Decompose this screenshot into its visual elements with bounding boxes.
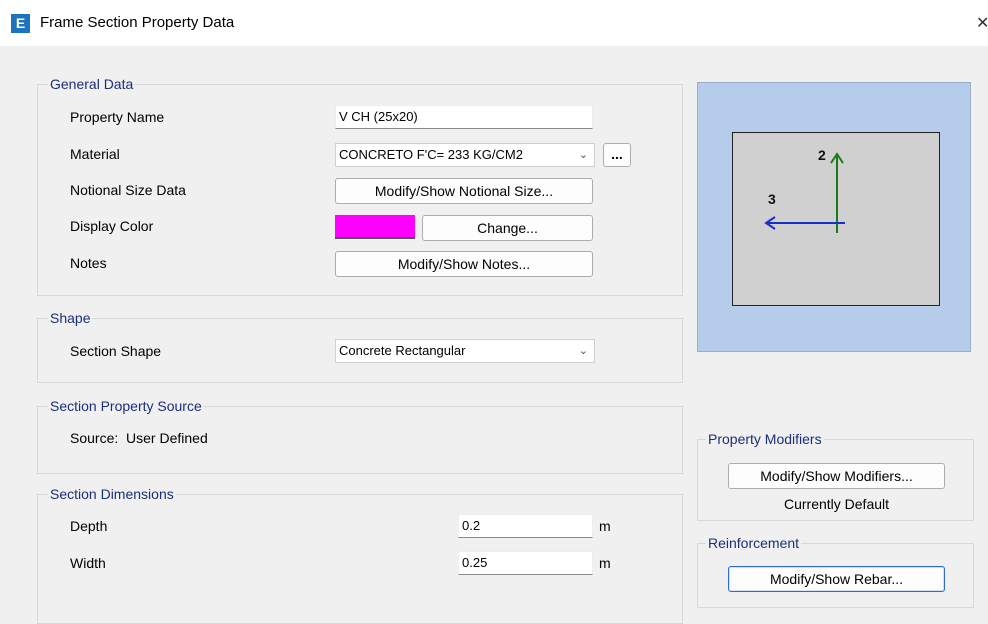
- width-label: Width: [70, 555, 106, 571]
- source-text: Source: User Defined: [70, 430, 208, 446]
- notional-size-button[interactable]: Modify/Show Notional Size...: [335, 178, 593, 204]
- material-browse-button[interactable]: ...: [603, 143, 631, 167]
- general-data-label: General Data: [48, 76, 136, 92]
- close-icon[interactable]: ✕: [976, 13, 988, 33]
- depth-input[interactable]: 0.2: [458, 514, 593, 538]
- width-unit: m: [599, 555, 611, 571]
- modifiers-status: Currently Default: [783, 496, 890, 512]
- depth-unit: m: [599, 518, 611, 534]
- chevron-down-icon: ⌄: [578, 345, 588, 357]
- section-rectangle: 2 3: [732, 132, 940, 306]
- notional-size-label: Notional Size Data: [70, 182, 186, 198]
- etabs-app-icon: E: [11, 14, 30, 33]
- material-label: Material: [70, 146, 120, 162]
- property-modifiers-label: Property Modifiers: [706, 431, 824, 447]
- shape-label: Shape: [48, 310, 93, 326]
- section-shape-label: Section Shape: [70, 343, 162, 359]
- display-color-label: Display Color: [70, 218, 154, 234]
- depth-label: Depth: [70, 518, 108, 534]
- notes-label: Notes: [70, 255, 107, 271]
- section-shape-select[interactable]: Concrete Rectangular ⌄: [335, 339, 595, 363]
- section-preview: 2 3: [697, 82, 971, 352]
- modify-modifiers-button[interactable]: Modify/Show Modifiers...: [728, 463, 945, 489]
- display-color-swatch: [335, 215, 415, 239]
- material-select[interactable]: CONCRETO F'C= 233 KG/CM2 ⌄: [335, 143, 595, 167]
- chevron-down-icon: ⌄: [578, 149, 588, 161]
- notes-button[interactable]: Modify/Show Notes...: [335, 251, 593, 277]
- property-source-label: Section Property Source: [48, 398, 204, 414]
- property-name-label: Property Name: [70, 109, 165, 125]
- change-color-button[interactable]: Change...: [422, 215, 593, 241]
- window-title: Frame Section Property Data: [40, 14, 235, 31]
- material-selected-value: CONCRETO F'C= 233 KG/CM2: [339, 147, 523, 162]
- reinforcement-label: Reinforcement: [706, 535, 802, 551]
- section-shape-selected-value: Concrete Rectangular: [339, 343, 466, 358]
- local-axes-icon: [764, 152, 845, 233]
- title-bar: E Frame Section Property Data ✕: [0, 0, 988, 46]
- property-name-input[interactable]: V CH (25x20): [335, 105, 593, 129]
- modify-rebar-button[interactable]: Modify/Show Rebar...: [728, 566, 945, 592]
- width-input[interactable]: 0.25: [458, 551, 593, 575]
- section-dimensions-label: Section Dimensions: [48, 486, 176, 502]
